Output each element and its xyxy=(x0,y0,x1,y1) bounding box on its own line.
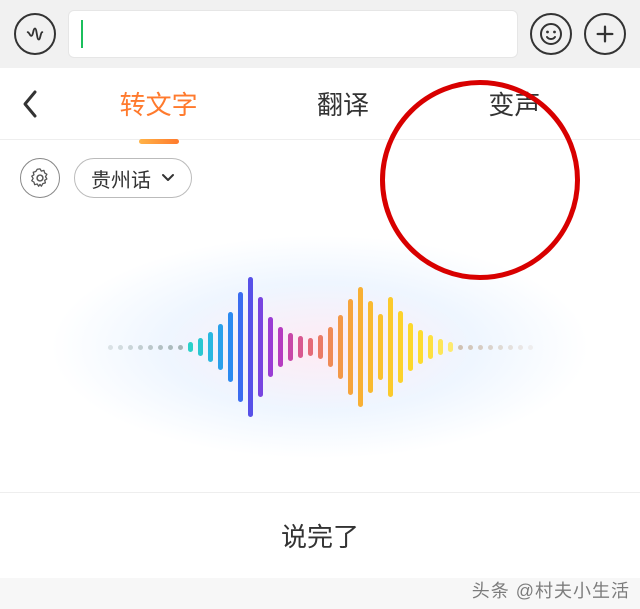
chevron-left-icon xyxy=(21,89,39,119)
top-bar xyxy=(0,0,640,68)
done-button[interactable]: 说完了 xyxy=(0,492,640,578)
dialect-selector[interactable]: 贵州话 xyxy=(74,158,192,198)
smile-icon xyxy=(539,22,563,46)
settings-button[interactable] xyxy=(20,158,60,198)
voice-icon[interactable] xyxy=(14,13,56,55)
watermark: 头条 @村夫小生活 xyxy=(472,577,630,603)
waveform-area xyxy=(0,202,640,492)
dialect-label: 贵州话 xyxy=(91,164,151,193)
add-button[interactable] xyxy=(584,13,626,55)
gear-icon xyxy=(29,167,51,189)
waveform xyxy=(108,277,533,417)
back-button[interactable] xyxy=(0,89,60,119)
chevron-down-icon xyxy=(161,173,175,183)
input-cursor xyxy=(81,20,83,48)
tab-translate[interactable]: 翻译 xyxy=(313,77,373,130)
control-row: 贵州话 xyxy=(0,140,640,202)
emoji-button[interactable] xyxy=(530,13,572,55)
tab-voice-change[interactable]: 变声 xyxy=(484,77,544,130)
plus-icon xyxy=(594,23,616,45)
done-label: 说完了 xyxy=(281,522,359,552)
text-input[interactable] xyxy=(68,10,518,58)
tab-row: 转文字 翻译 变声 xyxy=(0,68,640,140)
tabs-container: 转文字 翻译 变声 xyxy=(60,77,640,130)
sound-wave-icon xyxy=(24,23,46,45)
tab-to-text[interactable]: 转文字 xyxy=(116,77,202,130)
